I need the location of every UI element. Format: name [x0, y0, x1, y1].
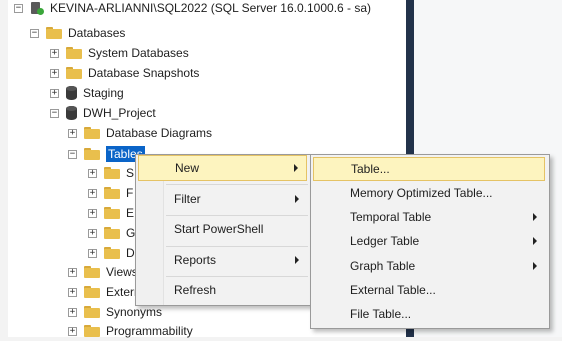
expand-icon[interactable]: + [50, 88, 59, 98]
tree-node-label: E [126, 206, 135, 220]
folder-icon [84, 127, 100, 139]
tree-node-label: Programmability [106, 324, 193, 338]
folder-icon [104, 247, 120, 259]
folder-icon [84, 325, 100, 337]
expand-icon[interactable]: + [50, 48, 59, 58]
expand-icon[interactable]: + [68, 307, 77, 317]
tree-node-database-snapshots[interactable]: + Database Snapshots [50, 63, 199, 83]
tree-node-label: Database Snapshots [88, 66, 200, 80]
tree-node-label: Synonyms [106, 305, 163, 319]
expand-icon[interactable]: + [88, 248, 97, 258]
submenu-arrow-icon [295, 195, 299, 203]
menu-item-label: Filter [174, 192, 201, 206]
tree-node-label: Databases [68, 26, 126, 40]
tree-node-table-child[interactable]: + S [88, 163, 134, 183]
menu-item-label: Ledger Table [350, 234, 420, 248]
expand-icon[interactable]: + [88, 168, 97, 178]
expand-icon[interactable]: + [88, 188, 97, 198]
menu-item-new[interactable]: New [138, 155, 307, 181]
tree-node-label: Database Diagrams [106, 126, 213, 140]
tree-node-label: KEVINA-ARLIANNI\SQL2022 (SQL Server 16.0… [50, 1, 372, 15]
server-icon [30, 1, 44, 15]
tree-node-label: Staging [83, 86, 124, 100]
new-submenu: Table... Memory Optimized Table... Tempo… [310, 154, 550, 329]
tree-node-label: G [126, 226, 136, 240]
tree-node-label: System Databases [88, 46, 189, 60]
submenu-item-temporal-table[interactable]: Temporal Table [313, 205, 545, 229]
tree-node-system-databases[interactable]: + System Databases [50, 43, 189, 63]
folder-icon [66, 67, 82, 79]
collapse-icon[interactable]: − [50, 108, 59, 118]
database-icon [66, 106, 77, 120]
expand-icon[interactable]: + [50, 68, 59, 78]
menu-item-label: Reports [174, 253, 217, 267]
tree-node-label: S [126, 166, 135, 180]
tree-node-table-child[interactable]: + G [88, 223, 135, 243]
tree-node-views[interactable]: + Views [68, 262, 138, 282]
submenu-arrow-icon [533, 237, 537, 245]
menu-item-label: Start PowerShell [174, 222, 264, 236]
submenu-arrow-icon [295, 256, 299, 264]
menu-item-label: Graph Table [350, 259, 416, 273]
submenu-item-file-table[interactable]: File Table... [313, 302, 545, 326]
tree-node-table-child[interactable]: + E [88, 203, 134, 223]
folder-icon [84, 286, 100, 298]
expand-icon[interactable]: + [68, 128, 77, 138]
tree-node-table-child[interactable]: + D [88, 243, 135, 263]
tree-node-programmability[interactable]: + Programmability [68, 321, 193, 341]
context-menu: New Filter Start PowerShell Reports Refr… [135, 154, 312, 306]
folder-icon [104, 167, 120, 179]
submenu-item-memory-optimized-table[interactable]: Memory Optimized Table... [313, 181, 545, 205]
menu-item-label: New [175, 161, 200, 175]
submenu-arrow-icon [533, 262, 537, 270]
menu-item-start-powershell[interactable]: Start PowerShell [138, 216, 307, 242]
expand-icon[interactable]: + [88, 228, 97, 238]
collapse-icon[interactable]: − [30, 28, 39, 38]
expand-icon[interactable]: + [68, 326, 77, 336]
tree-node-label: D [126, 246, 135, 260]
database-icon [66, 86, 77, 100]
submenu-arrow-icon [533, 213, 537, 221]
folder-icon [84, 306, 100, 318]
menu-item-filter[interactable]: Filter [138, 186, 307, 212]
expand-icon[interactable]: + [68, 267, 77, 277]
submenu-item-external-table[interactable]: External Table... [313, 278, 545, 302]
collapse-icon[interactable]: − [68, 149, 77, 159]
menu-separator [166, 184, 308, 185]
menu-item-refresh[interactable]: Refresh [138, 277, 307, 303]
collapse-icon[interactable]: − [14, 3, 23, 13]
tree-node-table-child[interactable]: + F [88, 183, 133, 203]
menu-item-label: Table... [351, 162, 390, 176]
menu-item-label: External Table... [350, 283, 436, 297]
tree-node-label: DWH_Project [83, 106, 156, 120]
folder-icon [104, 187, 120, 199]
tree-node-server[interactable]: − KEVINA-ARLIANNI\SQL2022 (SQL Server 16… [14, 0, 371, 18]
tree-node-staging[interactable]: + Staging [50, 83, 124, 103]
tree-node-databases[interactable]: − Databases [30, 23, 125, 43]
folder-icon [84, 266, 100, 278]
expand-icon[interactable]: + [88, 208, 97, 218]
expand-icon[interactable]: + [68, 287, 77, 297]
folder-icon [84, 148, 100, 160]
folder-icon [104, 207, 120, 219]
menu-item-reports[interactable]: Reports [138, 247, 307, 273]
folder-icon [104, 227, 120, 239]
folder-icon [46, 27, 62, 39]
submenu-arrow-icon [294, 164, 298, 172]
menu-item-label: Memory Optimized Table... [350, 186, 493, 200]
menu-item-label: File Table... [350, 307, 412, 321]
submenu-item-ledger-table[interactable]: Ledger Table [313, 229, 545, 253]
tree-node-database-diagrams[interactable]: + Database Diagrams [68, 123, 212, 143]
tree-node-label: Views [106, 265, 138, 279]
tree-node-label: F [126, 186, 134, 200]
submenu-item-graph-table[interactable]: Graph Table [313, 254, 545, 278]
submenu-item-table[interactable]: Table... [313, 157, 545, 181]
tree-node-dwh-project[interactable]: − DWH_Project [50, 103, 156, 123]
tree-node-tables[interactable]: − Tables [68, 144, 145, 164]
menu-item-label: Refresh [174, 283, 217, 297]
menu-item-label: Temporal Table [350, 210, 432, 224]
folder-icon [66, 47, 82, 59]
